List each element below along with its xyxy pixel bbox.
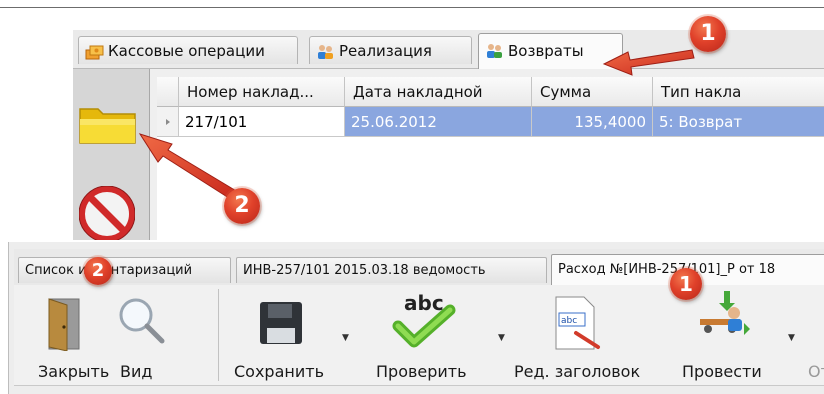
annotation-arrows xyxy=(138,49,695,201)
annotation-badge-1-upper: 1 xyxy=(690,16,726,52)
annotation-badge-1-lower: 1 xyxy=(670,268,702,300)
arrow-to-returns-tab xyxy=(602,49,695,76)
arrow-to-folder xyxy=(138,133,239,201)
annotation-badge-2-lower: 2 xyxy=(84,257,112,285)
annotation-badge-2-upper: 2 xyxy=(224,188,260,224)
